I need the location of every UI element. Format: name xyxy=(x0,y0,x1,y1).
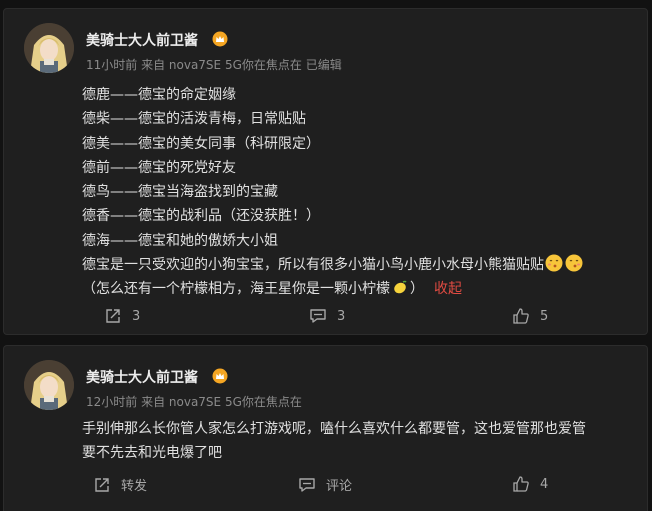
username[interactable]: 美骑士大人前卫酱 xyxy=(86,30,198,50)
action-bar: 转发 评论 4 xyxy=(4,475,647,495)
comment-button[interactable]: 3 xyxy=(309,307,345,325)
share-button[interactable]: 转发 xyxy=(93,475,147,494)
thumbs-up-icon xyxy=(513,476,529,492)
username[interactable]: 美骑士大人前卫酱 xyxy=(86,367,198,387)
post-meta: 11小时前 来自 nova7SE 5G你在焦点在 已编辑 xyxy=(86,58,342,72)
comment-icon xyxy=(299,477,315,492)
content-line: 德香——德宝的战利品（还没获胜！） xyxy=(82,208,320,225)
content-line: （怎么还有一个柠檬相方，海王星你是一颗小柠檬 ） 收起 xyxy=(82,277,584,301)
post-content: 德鹿——德宝的命定姻缘 德柴——德宝的活泼青梅，日常贴贴 德美——德宝的美女同事… xyxy=(82,83,584,302)
comment-label: 评论 xyxy=(326,479,353,494)
like-button[interactable]: 4 xyxy=(512,475,548,493)
content-line: 德美——德宝的美女同事（科研限定） xyxy=(82,135,320,152)
content-line: 德宝是一只受欢迎的小狗宝宝，所以有很多小猫小鸟小鹿小水母小熊猫贴贴 xyxy=(82,253,584,277)
post-content: 手别伸那么长你管人家怎么打游戏呢，嗑什么喜欢什么都要管，这也爱管那也爱管 要不先… xyxy=(82,417,586,466)
avatar[interactable] xyxy=(24,360,74,410)
collapse-link[interactable]: 收起 xyxy=(434,281,462,297)
content-line: 要不先去和光电爆了吧 xyxy=(82,445,222,462)
content-line: 德鹿——德宝的命定姻缘 xyxy=(82,87,236,103)
content-text: ） xyxy=(410,281,424,298)
content-line: 德海——德宝和她的傲娇大小姐 xyxy=(82,232,278,249)
post-card: 美骑士大人前卫酱 11小时前 来自 nova7SE 5G你在焦点在 已编辑 德鹿… xyxy=(3,8,648,335)
avatar[interactable] xyxy=(24,23,74,73)
like-count: 4 xyxy=(540,476,549,492)
content-text: 德宝是一只受欢迎的小狗宝宝，所以有很多小猫小鸟小鹿小水母小熊猫贴贴 xyxy=(82,257,544,274)
content-text: （怎么还有一个柠檬相方，海王星你是一颗小柠檬 xyxy=(82,281,390,298)
post-meta: 12小时前 来自 nova7SE 5G你在焦点在 xyxy=(86,395,302,409)
action-bar: 3 3 5 xyxy=(4,307,647,327)
thumbs-up-icon xyxy=(513,308,529,324)
like-button[interactable]: 5 xyxy=(512,307,548,325)
lemon-icon xyxy=(394,281,407,294)
content-line: 手别伸那么长你管人家怎么打游戏呢，嗑什么喜欢什么都要管，这也爱管那也爱管 xyxy=(82,421,586,437)
share-button[interactable]: 3 xyxy=(104,307,140,325)
content-line: 德鸟——德宝当海盗找到的宝藏 xyxy=(82,184,278,201)
kissing-face-icon xyxy=(565,254,583,272)
like-count: 5 xyxy=(540,308,549,324)
comment-icon xyxy=(310,309,326,323)
content-line: 德前——德宝的死党好友 xyxy=(82,159,236,176)
kissing-face-icon xyxy=(545,254,563,272)
share-icon xyxy=(95,477,109,492)
post-card: 美骑士大人前卫酱 12小时前 来自 nova7SE 5G你在焦点在 手别伸那么长… xyxy=(3,345,648,511)
share-label: 转发 xyxy=(121,479,148,494)
share-count: 3 xyxy=(132,308,141,324)
content-line: 德柴——德宝的活泼青梅，日常贴贴 xyxy=(82,111,306,128)
crown-badge-icon xyxy=(212,368,228,384)
crown-badge-icon xyxy=(212,31,228,47)
comment-count: 3 xyxy=(337,308,346,324)
share-icon xyxy=(106,309,120,323)
comment-button[interactable]: 评论 xyxy=(298,475,352,494)
